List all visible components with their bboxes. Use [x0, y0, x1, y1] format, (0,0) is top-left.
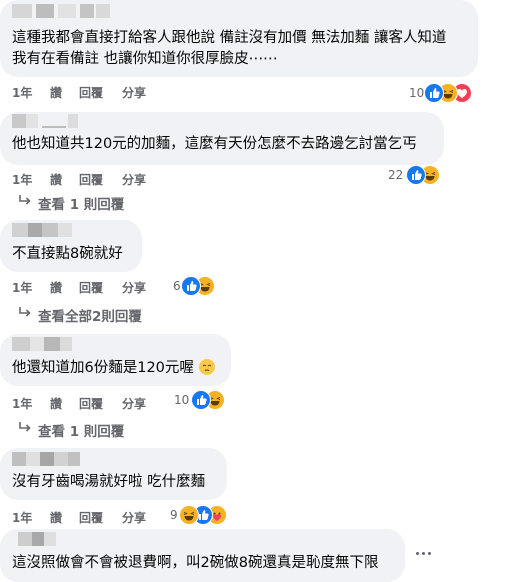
comment-text-line: 他也知道共120元的加麵，這麼有天份怎麼不去路邊乞討當乞丐	[12, 136, 417, 152]
comment-bubble: 他也知道共120元的加麵，這麼有天份怎麼不去路邊乞討當乞丐	[0, 112, 444, 165]
reply-button[interactable]: 回覆	[79, 395, 103, 412]
reactions-summary[interactable]: 10	[174, 390, 229, 410]
comment-bubble: 這沒照做會不會被退費啊，叫2碗做8碗還真是恥度無下限	[0, 529, 405, 582]
comment-time[interactable]: 1年	[12, 84, 32, 101]
comment-bubble: 不直接點8碗就好	[0, 220, 142, 272]
comment-text-line: 我有在看備註 也讓你知道你很厚臉皮⋯⋯	[12, 51, 278, 67]
like-button[interactable]: 讚	[50, 509, 62, 526]
reaction-count: 22	[388, 168, 404, 182]
share-button[interactable]: 分享	[122, 171, 146, 188]
like-button[interactable]: 讚	[50, 84, 62, 101]
comment-text-line: 這種我都會直接打給客人跟他說 備註沒有加價 無法加麵 讓客人知道	[12, 30, 447, 46]
reactions-summary[interactable]: 9	[170, 505, 235, 525]
haha-icon	[179, 505, 199, 525]
reaction-count: 10	[174, 393, 190, 407]
like-icon	[181, 276, 201, 296]
like-icon	[406, 165, 426, 185]
comment-bubble: 他還知道加6份麵是120元喔	[0, 334, 231, 386]
reactions-summary[interactable]: 6	[173, 276, 218, 296]
share-button[interactable]: 分享	[122, 395, 146, 412]
reactions-summary[interactable]: 22	[388, 165, 448, 185]
comment-time[interactable]: 1年	[12, 509, 32, 526]
comment-time[interactable]: 1年	[12, 171, 32, 188]
comment-bubble: 這種我都會直接打給客人跟他說 備註沒有加價 無法加麵 讓客人知道 我有在看備註 …	[0, 0, 478, 77]
comment-text-line: 不直接點8碗就好	[12, 246, 123, 262]
reaction-count: 9	[170, 508, 178, 522]
like-icon	[191, 390, 211, 410]
reply-arrow-icon	[18, 420, 32, 440]
share-button[interactable]: 分享	[122, 509, 146, 526]
more-options-icon[interactable]	[414, 552, 434, 560]
comment-bubble: 沒有牙齒喝湯就好啦 吃什麼麵	[0, 448, 227, 500]
like-button[interactable]: 讚	[50, 171, 62, 188]
reply-arrow-icon	[18, 305, 32, 325]
share-button[interactable]: 分享	[122, 279, 146, 296]
comment-text-line: 沒有牙齒喝湯就好啦 吃什麼麵	[12, 474, 206, 490]
like-button[interactable]: 讚	[50, 279, 62, 296]
reply-button[interactable]: 回覆	[79, 509, 103, 526]
comment-text-line: 他還知道加6份麵是120元喔	[12, 358, 215, 379]
like-button[interactable]: 讚	[50, 395, 62, 412]
comment-time[interactable]: 1年	[12, 279, 32, 296]
reply-arrow-icon	[18, 193, 32, 213]
comment-time[interactable]: 1年	[12, 395, 32, 412]
reply-button[interactable]: 回覆	[79, 84, 103, 101]
reaction-count: 6	[173, 279, 181, 293]
comment-text-line: 這沒照做會不會被退費啊，叫2碗做8碗還真是恥度無下限	[12, 555, 379, 571]
reply-button[interactable]: 回覆	[79, 279, 103, 296]
reaction-count: 10	[409, 86, 425, 100]
weary-face-icon	[198, 359, 215, 375]
reply-button[interactable]: 回覆	[79, 171, 103, 188]
reactions-summary[interactable]: 10	[409, 83, 479, 103]
like-icon	[424, 83, 444, 103]
share-button[interactable]: 分享	[122, 84, 146, 101]
